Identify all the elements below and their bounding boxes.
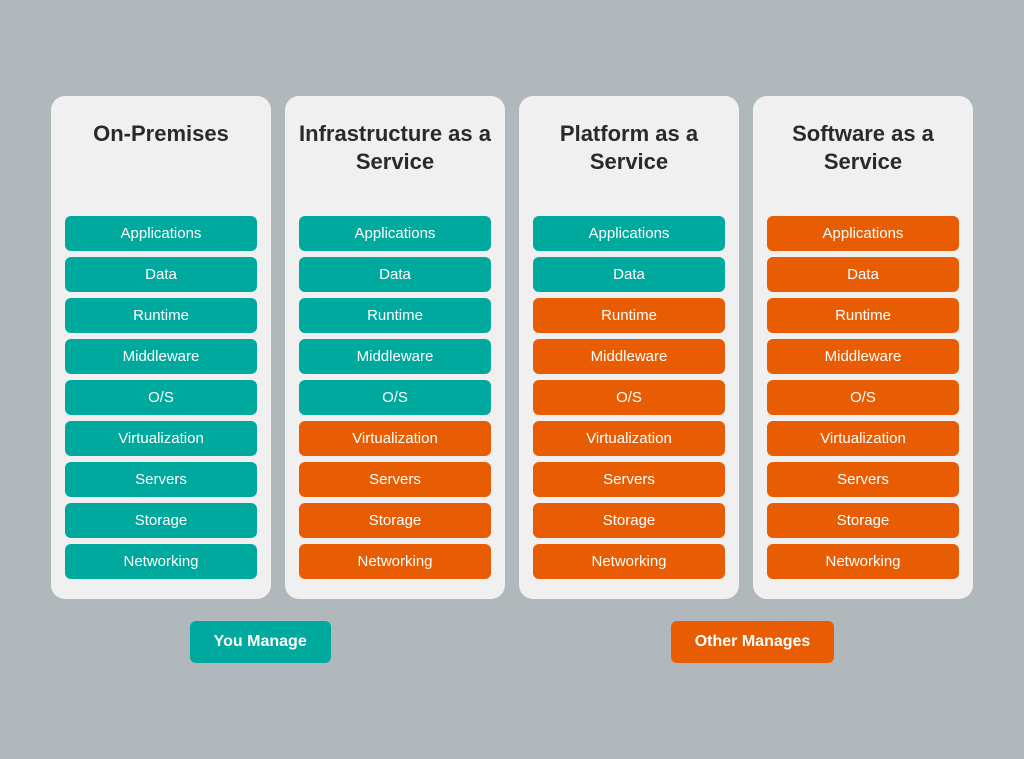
item-runtime-saas: Runtime bbox=[767, 298, 959, 333]
column-title-iaas: Infrastructure as a Service bbox=[299, 114, 491, 194]
legend-row: You Manage Other Manages bbox=[190, 621, 835, 663]
item-storage-saas: Storage bbox=[767, 503, 959, 538]
item-o-s-on-premises: O/S bbox=[65, 380, 257, 415]
items-list-paas: Applications Data Runtime Middleware O/S Virt… bbox=[533, 216, 725, 579]
item-networking-paas: Networking bbox=[533, 544, 725, 579]
item-servers-paas: Servers bbox=[533, 462, 725, 497]
item-runtime-on-premises: Runtime bbox=[65, 298, 257, 333]
item-virtualization-iaas: Virtualization bbox=[299, 421, 491, 456]
item-servers-iaas: Servers bbox=[299, 462, 491, 497]
item-networking-on-premises: Networking bbox=[65, 544, 257, 579]
item-virtualization-saas: Virtualization bbox=[767, 421, 959, 456]
column-on-premises: On-Premises Applications Data Runtime Middle… bbox=[51, 96, 271, 599]
item-networking-iaas: Networking bbox=[299, 544, 491, 579]
item-applications-on-premises: Applications bbox=[65, 216, 257, 251]
item-data-saas: Data bbox=[767, 257, 959, 292]
other-manages-badge: Other Manages bbox=[671, 621, 835, 663]
item-applications-iaas: Applications bbox=[299, 216, 491, 251]
item-storage-iaas: Storage bbox=[299, 503, 491, 538]
item-data-paas: Data bbox=[533, 257, 725, 292]
column-saas: Software as a Service Applications Data Run… bbox=[753, 96, 973, 599]
column-paas: Platform as a Service Applications Data Run… bbox=[519, 96, 739, 599]
item-storage-paas: Storage bbox=[533, 503, 725, 538]
item-runtime-iaas: Runtime bbox=[299, 298, 491, 333]
items-list-on-premises: Applications Data Runtime Middleware O/S Virt… bbox=[65, 216, 257, 579]
item-data-iaas: Data bbox=[299, 257, 491, 292]
item-data-on-premises: Data bbox=[65, 257, 257, 292]
item-servers-saas: Servers bbox=[767, 462, 959, 497]
column-title-paas: Platform as a Service bbox=[533, 114, 725, 194]
item-applications-saas: Applications bbox=[767, 216, 959, 251]
item-middleware-on-premises: Middleware bbox=[65, 339, 257, 374]
items-list-saas: Applications Data Runtime Middleware O/S Virt… bbox=[767, 216, 959, 579]
item-o-s-paas: O/S bbox=[533, 380, 725, 415]
column-title-on-premises: On-Premises bbox=[93, 114, 229, 194]
item-middleware-paas: Middleware bbox=[533, 339, 725, 374]
item-virtualization-on-premises: Virtualization bbox=[65, 421, 257, 456]
item-servers-on-premises: Servers bbox=[65, 462, 257, 497]
you-manage-badge: You Manage bbox=[190, 621, 331, 663]
column-title-saas: Software as a Service bbox=[767, 114, 959, 194]
item-storage-on-premises: Storage bbox=[65, 503, 257, 538]
item-o-s-iaas: O/S bbox=[299, 380, 491, 415]
item-virtualization-paas: Virtualization bbox=[533, 421, 725, 456]
items-list-iaas: Applications Data Runtime Middleware O/S Virt… bbox=[299, 216, 491, 579]
main-container: On-Premises Applications Data Runtime Middle… bbox=[20, 96, 1004, 663]
item-networking-saas: Networking bbox=[767, 544, 959, 579]
item-middleware-saas: Middleware bbox=[767, 339, 959, 374]
item-o-s-saas: O/S bbox=[767, 380, 959, 415]
item-applications-paas: Applications bbox=[533, 216, 725, 251]
column-iaas: Infrastructure as a Service Applications D… bbox=[285, 96, 505, 599]
item-runtime-paas: Runtime bbox=[533, 298, 725, 333]
item-middleware-iaas: Middleware bbox=[299, 339, 491, 374]
columns-row: On-Premises Applications Data Runtime Middle… bbox=[20, 96, 1004, 599]
